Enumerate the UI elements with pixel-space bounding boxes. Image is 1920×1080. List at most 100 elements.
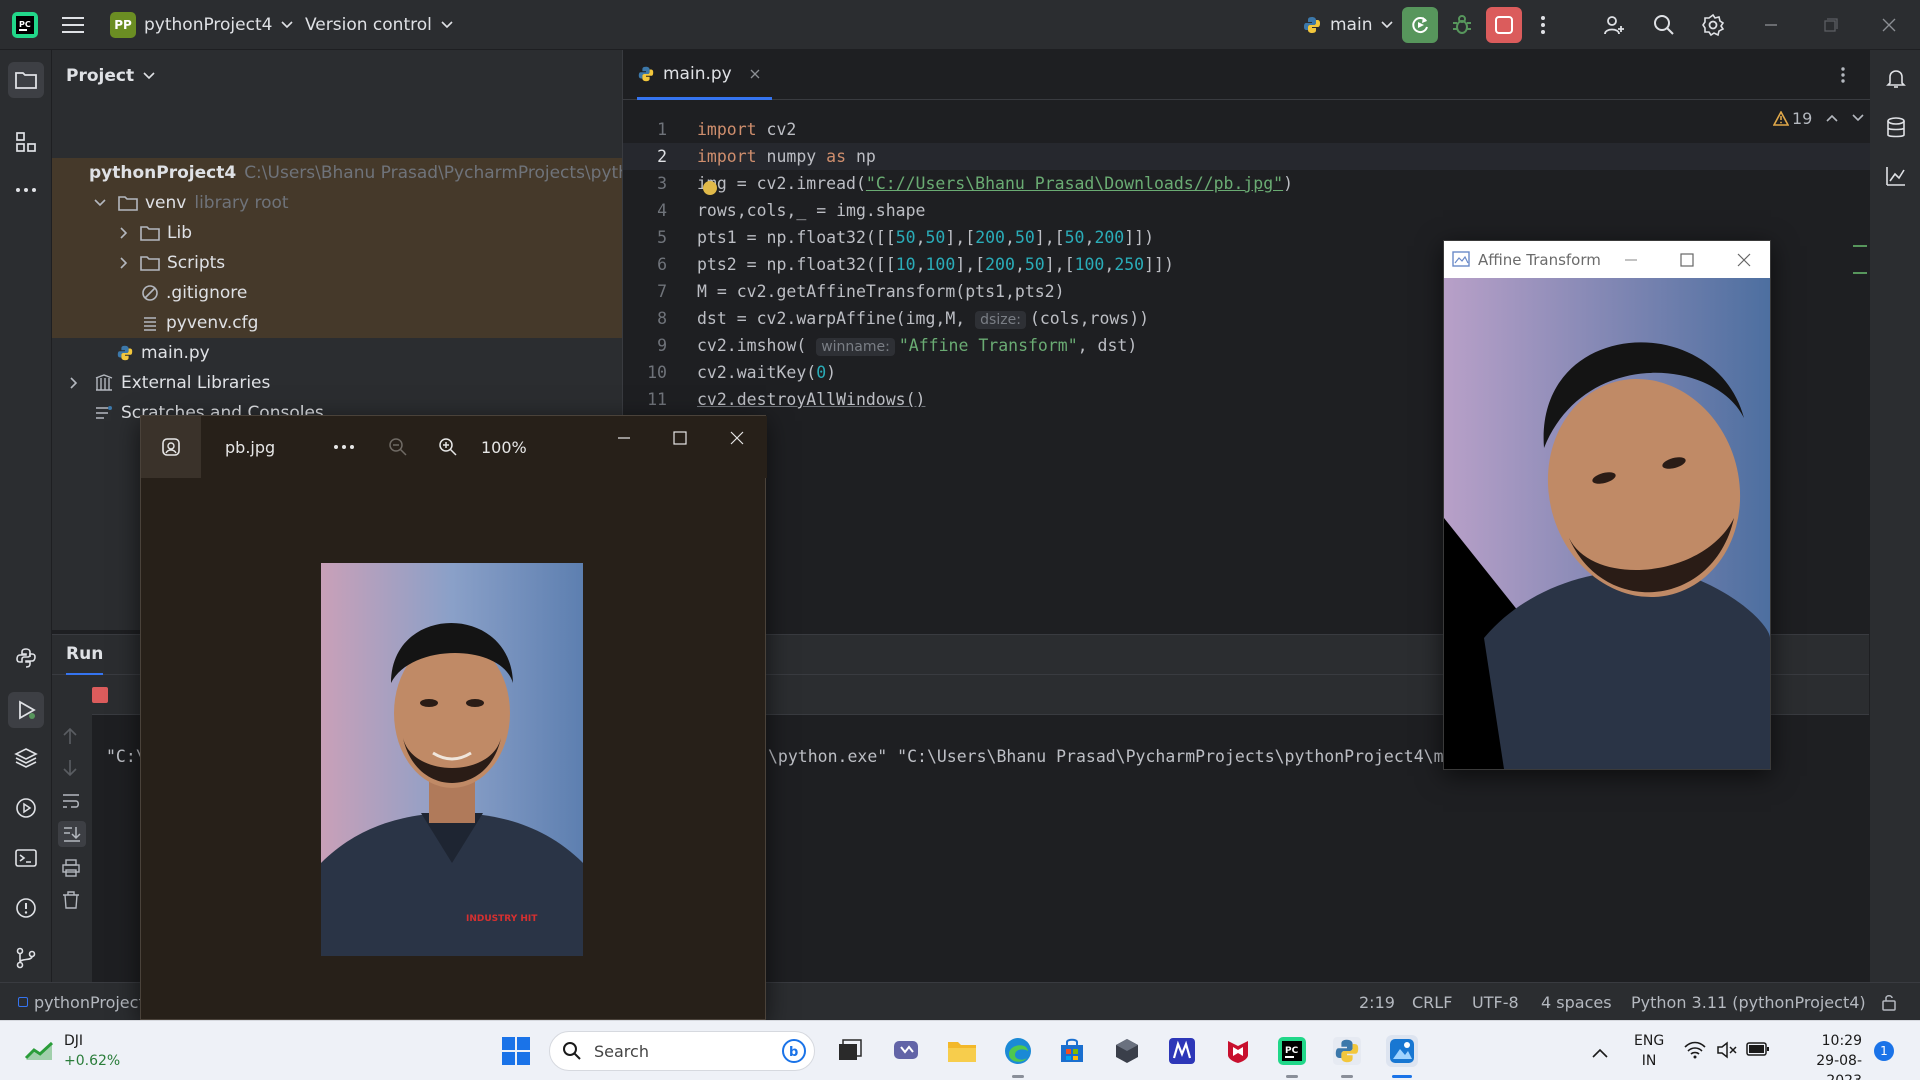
edge-browser-icon[interactable] [1002,1035,1034,1067]
chevron-up-icon [1592,1048,1608,1058]
app-cube-icon[interactable] [1111,1035,1143,1067]
search-everywhere-button[interactable] [1652,0,1676,50]
tree-item-gitignore[interactable]: .gitignore [52,278,622,308]
scroll-end-icon [64,827,81,842]
status-breadcrumb[interactable]: pythonProject [18,983,145,1021]
status-caret-position[interactable]: 2:19 [1359,983,1395,1021]
tree-item-venv[interactable]: venv library root [52,188,622,218]
settings-button[interactable] [1701,0,1725,50]
affine-minimize-button[interactable] [1624,253,1638,271]
scroll-to-end-button[interactable] [58,821,86,847]
print-icon[interactable] [62,859,80,882]
python-taskbar-icon[interactable] [1331,1035,1363,1067]
svg-text:b: b [789,1045,798,1060]
photos-app-button[interactable] [141,416,201,478]
run-panel-title[interactable]: Run [66,635,104,675]
app-m-icon[interactable] [1166,1035,1198,1067]
main-menu-icon[interactable] [62,0,84,50]
structure-tool-button[interactable] [12,128,40,156]
zoom-out-button[interactable] [388,416,408,478]
stop-icon[interactable] [92,687,108,703]
database-tool-button[interactable] [1882,114,1910,142]
status-indent[interactable]: 4 spaces [1541,983,1612,1021]
sciview-tool-button[interactable] [1882,162,1910,190]
code-with-me-button[interactable] [1602,0,1626,50]
intention-bulb-icon[interactable] [703,181,717,195]
affine-close-button[interactable] [1737,253,1751,271]
debug-button[interactable] [1450,0,1474,50]
more-tools-button[interactable] [12,176,40,204]
status-encoding[interactable]: UTF-8 [1472,983,1519,1021]
taskbar-search-box[interactable]: Search b [549,1031,815,1071]
project-tool-button[interactable] [8,62,44,98]
language-indicator[interactable]: ENG IN [1634,1031,1664,1071]
photos-viewer-window[interactable]: pb.jpg 100% INDUSTRY HIT [140,415,767,1020]
show-hidden-icons-button[interactable] [1592,1043,1608,1063]
project-selector[interactable]: PP pythonProject4 [110,0,294,50]
folder-icon [140,226,160,241]
tab-main-py[interactable]: main.py [637,50,772,100]
maximize-button[interactable] [1824,0,1838,50]
tree-item-label: pythonProject4 [89,163,237,183]
layers-tool-button[interactable] [12,744,40,772]
python-packages-button[interactable] [12,644,40,672]
tree-item-scripts[interactable]: Scripts [52,248,622,278]
photos-taskbar-icon[interactable] [1386,1035,1418,1067]
windows-logo-icon [502,1037,530,1065]
editor-tab-options-button[interactable] [1840,50,1846,100]
pycharm-taskbar-icon[interactable]: PC [1276,1035,1308,1067]
file-explorer-icon[interactable] [946,1035,978,1067]
wifi-icon[interactable] [1684,1041,1706,1064]
photos-minimize-button[interactable] [617,416,631,460]
microsoft-store-icon[interactable] [1056,1035,1088,1067]
tree-item-main-py[interactable]: main.py [52,338,622,368]
minimize-button[interactable] [1764,0,1778,50]
zoom-in-button[interactable] [438,416,458,478]
notifications-button[interactable] [1882,64,1910,92]
maximize-icon [1680,253,1694,267]
notification-badge[interactable]: 1 [1874,1041,1894,1061]
git-tool-button[interactable] [12,944,40,972]
project-panel-header[interactable]: Project [66,50,155,102]
start-button[interactable] [500,1035,532,1067]
volume-muted-icon[interactable] [1716,1041,1738,1064]
task-view-icon[interactable] [834,1035,866,1067]
affine-transform-window[interactable]: Affine Transform [1443,240,1771,770]
status-interpreter[interactable]: Python 3.11 (pythonProject4) [1631,983,1866,1021]
photos-toolbar: pb.jpg 100% [141,416,767,478]
mcafee-icon[interactable] [1222,1035,1254,1067]
run-tool-button[interactable] [8,692,44,728]
status-line-separator[interactable]: CRLF [1412,983,1452,1021]
photos-maximize-button[interactable] [673,416,687,460]
arrow-down-icon[interactable] [62,759,78,782]
stop-button[interactable] [1486,0,1522,50]
more-actions-button[interactable] [1540,0,1546,50]
trash-icon[interactable] [62,891,80,914]
clock[interactable]: 10:29 29-08-2023 [1782,1031,1862,1080]
stop-icon [1495,16,1513,34]
terminal-tool-button[interactable] [12,844,40,872]
rerun-button[interactable] [1402,0,1438,50]
run-config-selector[interactable]: main [1302,0,1394,50]
lock-icon[interactable] [1880,983,1898,1021]
problems-tool-button[interactable] [12,894,40,922]
photos-more-button[interactable] [333,416,355,478]
close-tab-icon[interactable] [750,69,760,79]
soft-wrap-icon[interactable] [62,793,80,814]
services-tool-button[interactable] [12,794,40,822]
battery-icon[interactable] [1746,1041,1770,1062]
tree-item-external-libraries[interactable]: External Libraries [52,368,622,398]
zoom-level[interactable]: 100% [481,416,527,478]
more-horizontal-icon [334,445,354,449]
version-control-menu[interactable]: Version control [305,0,453,50]
tree-item-pyvenv[interactable]: pyvenv.cfg [52,308,622,338]
close-button[interactable] [1882,0,1896,50]
stock-widget[interactable]: DJI +0.62% [24,1031,120,1071]
tree-item-lib[interactable]: Lib [52,218,622,248]
arrow-up-icon[interactable] [62,727,78,750]
teams-icon[interactable] [890,1035,922,1067]
affine-maximize-button[interactable] [1680,253,1694,271]
pycharm-logo-icon[interactable]: PC [12,0,38,50]
photos-close-button[interactable] [730,416,744,460]
tree-item-project-root[interactable]: pythonProject4 C:\Users\Bhanu Prasad\Pyc… [52,158,622,188]
